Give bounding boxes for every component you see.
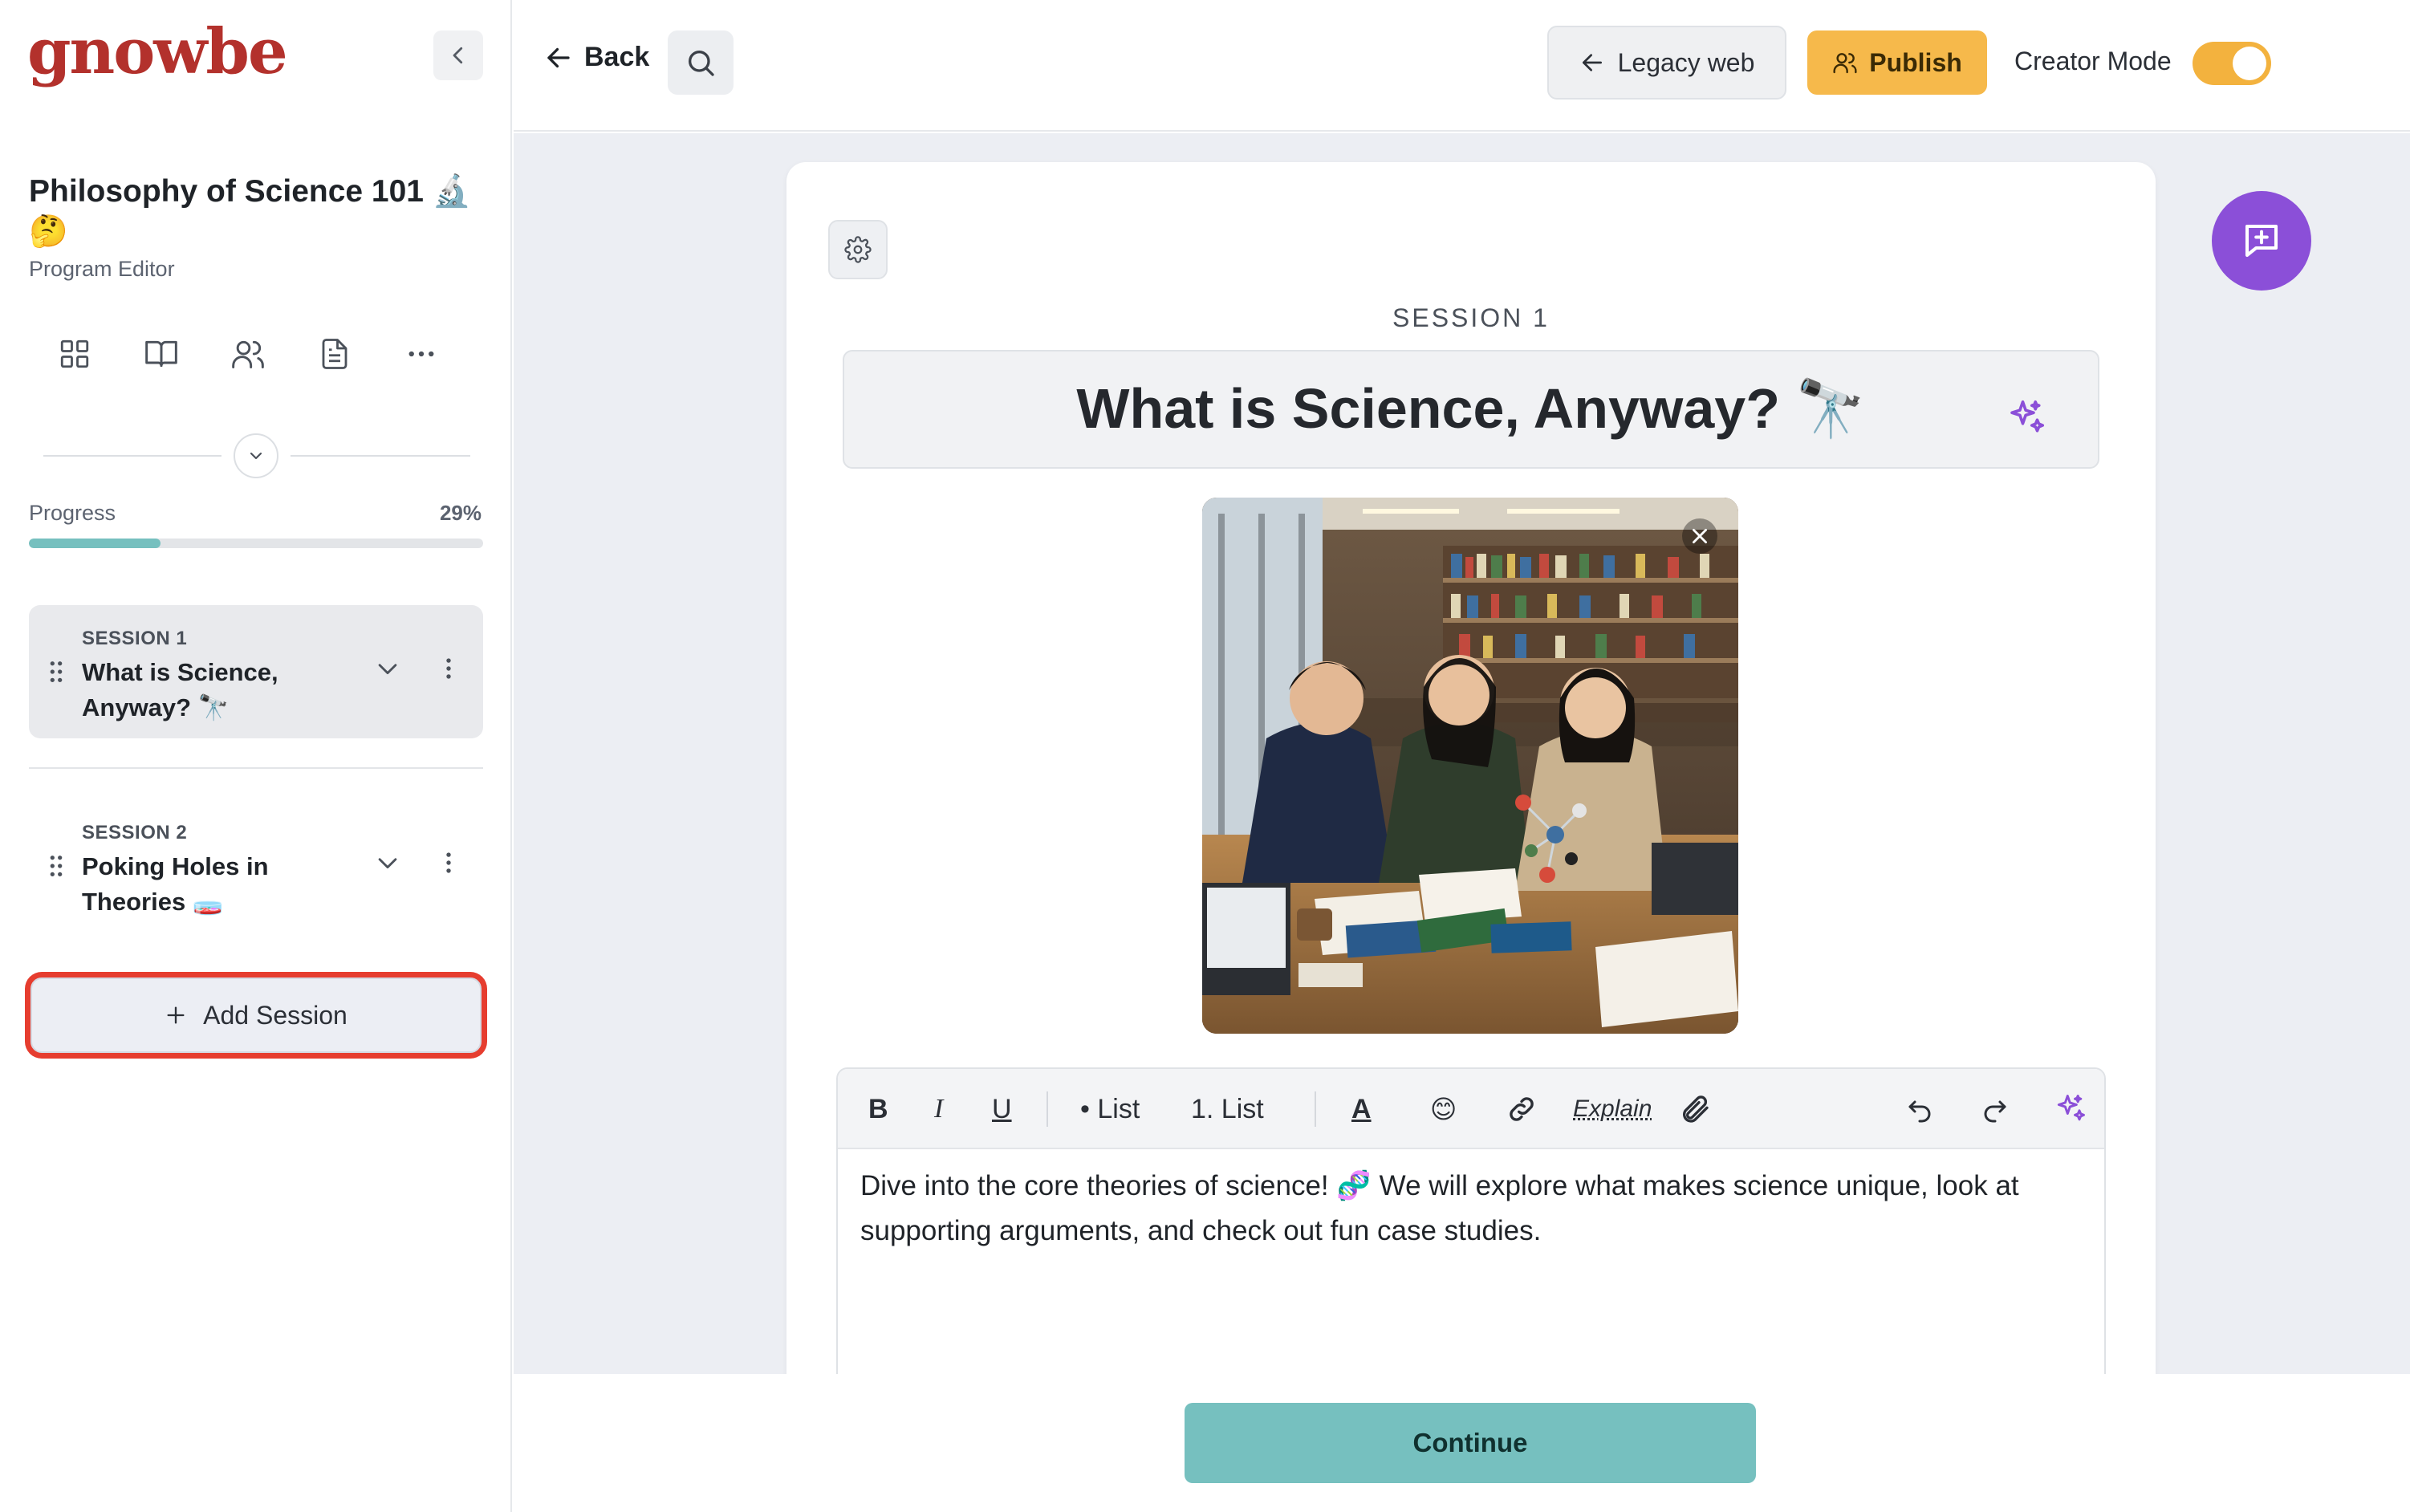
undo-button[interactable]: [1905, 1091, 1934, 1127]
italic-button[interactable]: I: [934, 1091, 943, 1127]
plus-icon: [167, 1006, 185, 1024]
session-divider: [29, 767, 483, 769]
sidebar-nav-icons: [56, 335, 440, 372]
progress-label: Progress: [29, 501, 116, 525]
session-cover-image: [1202, 498, 1738, 1034]
chevron-down-icon[interactable]: [374, 849, 401, 880]
users-icon: [1833, 53, 1857, 74]
footer-bar: Continue: [514, 1374, 2410, 1512]
creator-mode-label: Creator Mode: [2014, 47, 2172, 75]
session-label: SESSION 2: [82, 822, 188, 843]
ai-sparkle-icon[interactable]: [2005, 388, 2048, 453]
kebab-menu-icon[interactable]: [437, 849, 461, 880]
gnowbe-logo[interactable]: gnowbe: [27, 16, 288, 88]
gear-icon: [844, 236, 872, 263]
publish-label: Publish: [1869, 47, 1962, 77]
arrow-left-icon: [547, 47, 570, 67]
students-studying-image: [1202, 498, 1738, 1034]
session-item-2[interactable]: SESSION 2 Poking Holes in Theories 🧫: [29, 799, 483, 933]
session-card: SESSION 1 What is Science, Anyway? 🔭 B I…: [786, 162, 2156, 1469]
link-icon: [1510, 1097, 1534, 1121]
back-label: Back: [584, 42, 650, 72]
toolbar-divider: [1047, 1091, 1048, 1127]
remove-image-button[interactable]: [1682, 518, 1717, 554]
users-icon[interactable]: [230, 335, 266, 372]
redo-button[interactable]: [1981, 1091, 2010, 1127]
progress-percent: 29%: [439, 501, 482, 525]
session-label: SESSION 1: [82, 628, 188, 649]
ai-sparkle-icon: [2057, 1095, 2085, 1121]
collapse-sidebar-button[interactable]: [433, 30, 483, 80]
search-icon: [689, 51, 714, 76]
progress-bar: [29, 539, 483, 548]
drag-handle-icon[interactable]: [48, 854, 64, 882]
session-tag: SESSION 1: [1392, 303, 1550, 332]
editor-text-area[interactable]: Dive into the core theories of science! …: [838, 1149, 2104, 1268]
add-session-label: Add Session: [203, 1000, 347, 1030]
legacy-web-label: Legacy web: [1617, 47, 1755, 77]
sidebar: gnowbe Philosophy of Science 101 🔬🤔 Prog…: [0, 0, 512, 1512]
search-button[interactable]: [668, 30, 734, 95]
toolbar-divider: [1315, 1091, 1316, 1127]
book-icon[interactable]: [143, 335, 180, 372]
editor-canvas: SESSION 1 What is Science, Anyway? 🔭 B I…: [514, 133, 2410, 1469]
chevron-down-icon[interactable]: [374, 655, 401, 686]
session-title-input[interactable]: What is Science, Anyway? 🔭: [843, 350, 2099, 469]
bold-button[interactable]: B: [868, 1091, 888, 1127]
attach-button[interactable]: [1679, 1091, 1711, 1127]
close-icon: [1693, 529, 1707, 543]
section-divider: [43, 433, 470, 478]
program-subtitle: Program Editor: [29, 257, 175, 281]
comment-button[interactable]: [2212, 191, 2311, 291]
creator-mode-toggle[interactable]: [2193, 42, 2271, 85]
toggle-knob: [2233, 47, 2266, 80]
drag-handle-icon[interactable]: [48, 660, 64, 688]
explain-button[interactable]: Explain: [1573, 1091, 1652, 1127]
ai-assist-button[interactable]: [2053, 1091, 2088, 1127]
chevron-down-icon: [250, 452, 262, 460]
add-session-button[interactable]: Add Session: [30, 978, 482, 1053]
continue-button[interactable]: Continue: [1185, 1403, 1756, 1483]
session-title: What is Science, Anyway? 🔭: [82, 658, 278, 721]
more-icon[interactable]: [403, 335, 440, 372]
chevron-left-icon: [453, 47, 463, 64]
text-color-button[interactable]: A: [1351, 1091, 1372, 1127]
back-button[interactable]: Back: [544, 42, 649, 73]
link-button[interactable]: [1506, 1091, 1538, 1127]
emoji-button[interactable]: 😊: [1430, 1091, 1457, 1127]
undo-icon: [1908, 1100, 1931, 1123]
kebab-menu-icon[interactable]: [437, 655, 461, 686]
publish-button[interactable]: Publish: [1807, 30, 1987, 95]
progress-bar-fill: [29, 539, 161, 548]
settings-button[interactable]: [828, 220, 888, 279]
session-title-text: What is Science, Anyway? 🔭: [1076, 377, 1866, 440]
underline-button[interactable]: U: [992, 1091, 1012, 1127]
session-item-1[interactable]: SESSION 1 What is Science, Anyway? 🔭: [29, 605, 483, 738]
redo-icon: [1984, 1100, 2006, 1123]
editor-toolbar: B I U • List 1. List A 😊 Explain: [838, 1069, 2104, 1149]
document-icon[interactable]: [316, 335, 353, 372]
legacy-web-button[interactable]: Legacy web: [1547, 26, 1786, 100]
top-bar: Back Legacy web Publish Creator Mode: [514, 0, 2410, 132]
expand-toggle[interactable]: [234, 433, 278, 478]
session-title: Poking Holes in Theories 🧫: [82, 852, 269, 916]
add-comment-icon: [2245, 224, 2278, 258]
paperclip-icon: [1683, 1095, 1709, 1123]
arrow-left-icon: [1582, 54, 1602, 71]
numbered-list-button[interactable]: 1. List: [1191, 1091, 1264, 1127]
bullet-list-button[interactable]: • List: [1080, 1091, 1140, 1127]
grid-icon[interactable]: [56, 335, 93, 372]
program-title: Philosophy of Science 101 🔬🤔: [29, 174, 472, 249]
